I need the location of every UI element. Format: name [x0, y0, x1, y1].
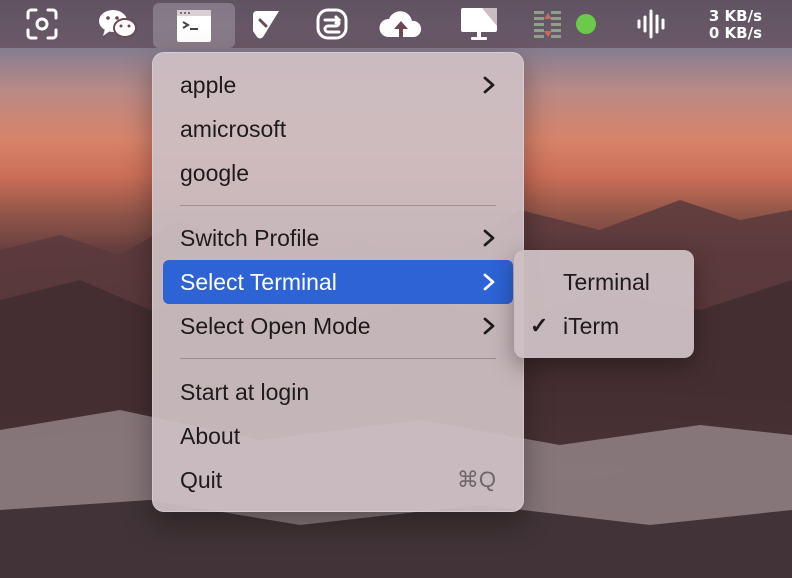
- sync-app-icon[interactable]: [312, 0, 352, 48]
- submenu-item-terminal[interactable]: Terminal: [514, 260, 694, 304]
- chevron-right-icon: [483, 260, 495, 304]
- chevron-right-icon: [483, 63, 495, 107]
- display-icon[interactable]: [456, 0, 502, 48]
- menu-item-label: About: [180, 422, 241, 449]
- upload-speed: 3 KB/s: [708, 7, 762, 25]
- equalizer-icon[interactable]: [528, 0, 568, 48]
- submenu-item-label: iTerm: [563, 312, 620, 339]
- terminal-window-icon[interactable]: [153, 3, 235, 48]
- checkmark-icon: ✓: [530, 313, 549, 338]
- menu-item-label: Start at login: [180, 378, 310, 405]
- menu-item-apple[interactable]: apple: [163, 63, 513, 107]
- status-dot-icon: [572, 0, 600, 48]
- menu-item-label: Select Open Mode: [180, 312, 371, 339]
- menu-item-label: Quit: [180, 466, 223, 493]
- shape-tool-icon[interactable]: [246, 0, 286, 48]
- screenshot-icon[interactable]: [22, 0, 62, 48]
- menu-bar: 3 KB/s 0 KB/s: [0, 0, 792, 48]
- download-speed: 0 KB/s: [708, 24, 762, 42]
- menu-item-label: amicrosoft: [180, 115, 287, 142]
- dropdown-menu: apple amicrosoft google Switch Profile S…: [152, 52, 524, 512]
- menu-separator: [180, 205, 496, 206]
- chevron-right-icon: [483, 216, 495, 260]
- menu-item-about[interactable]: About: [163, 414, 513, 458]
- submenu-item-label: Terminal: [563, 268, 650, 295]
- menu-item-select-terminal[interactable]: Select Terminal: [163, 260, 513, 304]
- menu-item-label: Switch Profile: [180, 224, 320, 251]
- menu-item-select-open-mode[interactable]: Select Open Mode: [163, 304, 513, 348]
- terminal-submenu: Terminal ✓ iTerm: [514, 250, 694, 358]
- menu-item-google[interactable]: google: [163, 151, 513, 195]
- network-speed: 3 KB/s 0 KB/s: [700, 8, 762, 42]
- wechat-icon[interactable]: [95, 0, 141, 48]
- audio-waveform-icon[interactable]: [632, 0, 672, 48]
- quit-shortcut: ⌘Q: [456, 467, 496, 492]
- menu-item-quit[interactable]: Quit ⌘Q: [163, 458, 513, 502]
- menu-item-label: Select Terminal: [180, 268, 337, 295]
- menu-item-start-at-login[interactable]: Start at login: [163, 370, 513, 414]
- menu-item-label: google: [180, 159, 250, 186]
- chevron-right-icon: [483, 304, 495, 348]
- cloud-upload-icon[interactable]: [377, 0, 425, 48]
- menu-separator: [180, 358, 496, 359]
- menu-item-switch-profile[interactable]: Switch Profile: [163, 216, 513, 260]
- menu-item-amicrosoft[interactable]: amicrosoft: [163, 107, 513, 151]
- submenu-item-iterm[interactable]: ✓ iTerm: [514, 304, 694, 348]
- menu-item-label: apple: [180, 71, 237, 98]
